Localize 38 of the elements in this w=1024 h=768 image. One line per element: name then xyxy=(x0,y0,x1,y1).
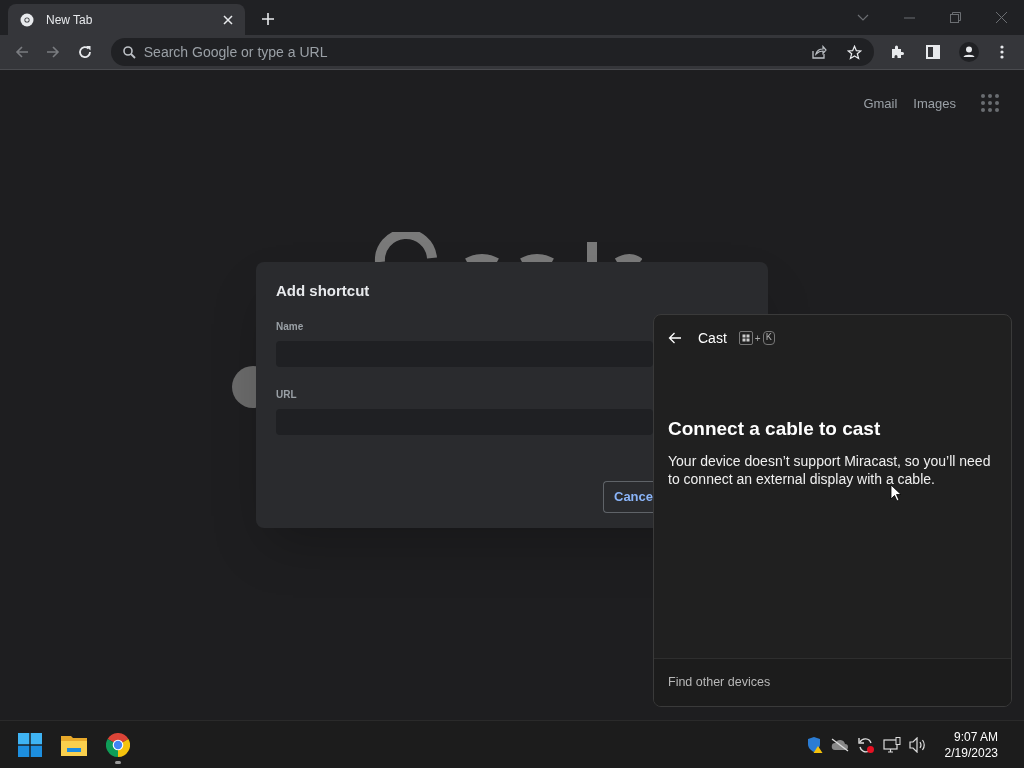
address-placeholder: Search Google or type a URL xyxy=(143,42,329,62)
star-icon[interactable] xyxy=(846,44,862,60)
shortcut-key: K xyxy=(762,331,775,345)
shield-warning-icon[interactable] xyxy=(806,736,823,753)
field-label: URL xyxy=(276,387,298,402)
chrome-icon xyxy=(20,12,34,27)
browser-tab[interactable]: New Tab xyxy=(8,4,245,35)
cast-title: Cast xyxy=(698,328,727,348)
network-icon[interactable] xyxy=(882,736,901,753)
clock-time: 9:07 AM xyxy=(953,728,998,745)
new-tab-icon[interactable] xyxy=(261,12,275,26)
chrome-icon xyxy=(106,732,130,757)
shortcut-plus: + xyxy=(754,331,761,346)
find-devices-link[interactable]: Find other devices xyxy=(668,673,771,692)
dialog-title: Add shortcut xyxy=(276,281,371,301)
sync-error-icon[interactable] xyxy=(856,735,875,754)
back-icon[interactable] xyxy=(668,332,682,344)
folder-icon xyxy=(61,733,87,756)
close-icon[interactable] xyxy=(223,14,233,25)
clock-date: 2/19/2023 xyxy=(944,744,998,761)
windows-key-icon xyxy=(738,331,753,345)
share-icon[interactable] xyxy=(810,45,827,59)
tab-title: New Tab xyxy=(46,11,94,29)
header-link[interactable]: Gmail xyxy=(863,94,898,114)
start-icon xyxy=(18,732,42,757)
search-icon xyxy=(122,45,136,59)
apps-grid-icon[interactable] xyxy=(981,94,999,112)
address-bar[interactable]: Search Google or type a URL xyxy=(110,38,874,66)
cast-message: Your device doesn’t support Miracast, so you’ll need to connect an external display with a cable. xyxy=(668,451,992,488)
mouse-cursor-icon xyxy=(890,484,902,502)
clock[interactable]: 9:07 AM 2/19/2023 xyxy=(944,728,998,761)
input-field[interactable] xyxy=(276,340,653,367)
volume-icon[interactable] xyxy=(908,736,927,753)
header-link[interactable]: Images xyxy=(913,94,956,114)
field-label: Name xyxy=(276,319,305,334)
input-field[interactable] xyxy=(276,408,653,435)
cloud-off-icon[interactable] xyxy=(830,737,849,752)
cast-heading: Connect a cable to cast xyxy=(668,417,882,441)
